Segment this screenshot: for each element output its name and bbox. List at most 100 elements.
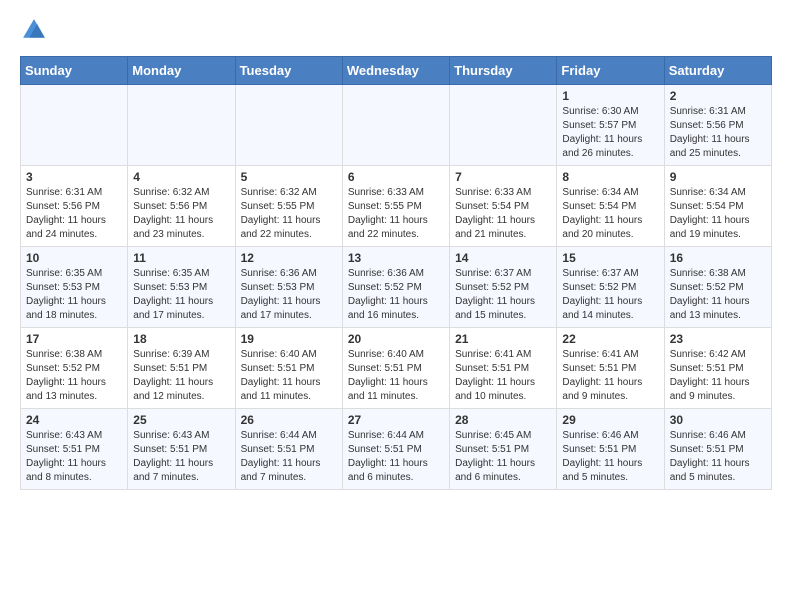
day-number: 26 bbox=[241, 413, 337, 427]
day-cell: 14 Sunrise: 6:37 AM Sunset: 5:52 PM Dayli… bbox=[450, 247, 557, 328]
day-number: 30 bbox=[670, 413, 766, 427]
day-info: Sunrise: 6:32 AM Sunset: 5:56 PM Dayligh… bbox=[133, 186, 229, 242]
day-cell: 30Sunrise: 6:46 AM Sunset: 5:51 PM Dayli… bbox=[664, 409, 771, 490]
day-cell: 20 Sunrise: 6:40 AM Sunset: 5:51 PM Dayli… bbox=[342, 328, 449, 409]
day-number: 20 bbox=[348, 332, 444, 346]
week-row-2: 3 Sunrise: 6:31 AM Sunset: 5:56 PM Daylig… bbox=[21, 166, 772, 247]
day-info: Sunrise: 6:33 AM Sunset: 5:54 PM Dayligh… bbox=[455, 186, 551, 242]
day-number: 16 bbox=[670, 251, 766, 265]
col-header-monday: Monday bbox=[128, 57, 235, 85]
day-cell bbox=[21, 85, 128, 166]
day-cell: 11 Sunrise: 6:35 AM Sunset: 5:53 PM Dayli… bbox=[128, 247, 235, 328]
day-info: Sunrise: 6:37 AM Sunset: 5:52 PM Dayligh… bbox=[455, 267, 551, 323]
week-row-1: 1 Sunrise: 6:30 AM Sunset: 5:57 PM Daylig… bbox=[21, 85, 772, 166]
week-row-4: 17 Sunrise: 6:38 AM Sunset: 5:52 PM Dayli… bbox=[21, 328, 772, 409]
day-info: Sunrise: 6:41 AM Sunset: 5:51 PM Dayligh… bbox=[562, 348, 658, 404]
day-cell: 9 Sunrise: 6:34 AM Sunset: 5:54 PM Daylig… bbox=[664, 166, 771, 247]
page: SundayMondayTuesdayWednesdayThursdayFrid… bbox=[0, 0, 792, 506]
day-info: Sunrise: 6:38 AM Sunset: 5:52 PM Dayligh… bbox=[670, 267, 766, 323]
day-info: Sunrise: 6:36 AM Sunset: 5:53 PM Dayligh… bbox=[241, 267, 337, 323]
day-cell: 3 Sunrise: 6:31 AM Sunset: 5:56 PM Daylig… bbox=[21, 166, 128, 247]
day-cell: 18Sunrise: 6:39 AM Sunset: 5:51 PM Dayli… bbox=[128, 328, 235, 409]
day-info: Sunrise: 6:33 AM Sunset: 5:55 PM Dayligh… bbox=[348, 186, 444, 242]
day-number: 18 bbox=[133, 332, 229, 346]
day-number: 11 bbox=[133, 251, 229, 265]
day-info: Sunrise: 6:35 AM Sunset: 5:53 PM Dayligh… bbox=[133, 267, 229, 323]
day-cell: 23 Sunrise: 6:42 AM Sunset: 5:51 PM Dayli… bbox=[664, 328, 771, 409]
day-number: 7 bbox=[455, 170, 551, 184]
day-info: Sunrise: 6:31 AM Sunset: 5:56 PM Dayligh… bbox=[26, 186, 122, 242]
day-info: Sunrise: 6:34 AM Sunset: 5:54 PM Dayligh… bbox=[670, 186, 766, 242]
day-cell: 1 Sunrise: 6:30 AM Sunset: 5:57 PM Daylig… bbox=[557, 85, 664, 166]
day-number: 14 bbox=[455, 251, 551, 265]
day-cell bbox=[450, 85, 557, 166]
day-cell bbox=[235, 85, 342, 166]
day-info: Sunrise: 6:37 AM Sunset: 5:52 PM Dayligh… bbox=[562, 267, 658, 323]
day-info: Sunrise: 6:42 AM Sunset: 5:51 PM Dayligh… bbox=[670, 348, 766, 404]
day-number: 25 bbox=[133, 413, 229, 427]
day-number: 9 bbox=[670, 170, 766, 184]
day-number: 1 bbox=[562, 89, 658, 103]
day-info: Sunrise: 6:30 AM Sunset: 5:57 PM Dayligh… bbox=[562, 105, 658, 161]
day-info: Sunrise: 6:44 AM Sunset: 5:51 PM Dayligh… bbox=[241, 429, 337, 485]
day-cell: 4 Sunrise: 6:32 AM Sunset: 5:56 PM Daylig… bbox=[128, 166, 235, 247]
day-number: 22 bbox=[562, 332, 658, 346]
day-cell: 24 Sunrise: 6:43 AM Sunset: 5:51 PM Dayli… bbox=[21, 409, 128, 490]
logo bbox=[20, 16, 52, 44]
day-cell: 25 Sunrise: 6:43 AM Sunset: 5:51 PM Dayli… bbox=[128, 409, 235, 490]
col-header-thursday: Thursday bbox=[450, 57, 557, 85]
day-number: 4 bbox=[133, 170, 229, 184]
day-cell: 21Sunrise: 6:41 AM Sunset: 5:51 PM Dayli… bbox=[450, 328, 557, 409]
col-header-saturday: Saturday bbox=[664, 57, 771, 85]
logo-icon bbox=[20, 16, 48, 44]
day-info: Sunrise: 6:34 AM Sunset: 5:54 PM Dayligh… bbox=[562, 186, 658, 242]
day-info: Sunrise: 6:43 AM Sunset: 5:51 PM Dayligh… bbox=[26, 429, 122, 485]
day-info: Sunrise: 6:38 AM Sunset: 5:52 PM Dayligh… bbox=[26, 348, 122, 404]
day-cell: 10Sunrise: 6:35 AM Sunset: 5:53 PM Dayli… bbox=[21, 247, 128, 328]
day-number: 3 bbox=[26, 170, 122, 184]
day-info: Sunrise: 6:40 AM Sunset: 5:51 PM Dayligh… bbox=[348, 348, 444, 404]
day-info: Sunrise: 6:45 AM Sunset: 5:51 PM Dayligh… bbox=[455, 429, 551, 485]
day-cell: 28 Sunrise: 6:45 AM Sunset: 5:51 PM Dayli… bbox=[450, 409, 557, 490]
header-row: SundayMondayTuesdayWednesdayThursdayFrid… bbox=[21, 57, 772, 85]
day-cell: 7 Sunrise: 6:33 AM Sunset: 5:54 PM Daylig… bbox=[450, 166, 557, 247]
day-info: Sunrise: 6:35 AM Sunset: 5:53 PM Dayligh… bbox=[26, 267, 122, 323]
day-number: 2 bbox=[670, 89, 766, 103]
day-number: 15 bbox=[562, 251, 658, 265]
day-cell bbox=[342, 85, 449, 166]
day-info: Sunrise: 6:46 AM Sunset: 5:51 PM Dayligh… bbox=[562, 429, 658, 485]
day-info: Sunrise: 6:44 AM Sunset: 5:51 PM Dayligh… bbox=[348, 429, 444, 485]
day-number: 6 bbox=[348, 170, 444, 184]
day-cell bbox=[128, 85, 235, 166]
day-info: Sunrise: 6:36 AM Sunset: 5:52 PM Dayligh… bbox=[348, 267, 444, 323]
day-number: 17 bbox=[26, 332, 122, 346]
day-cell: 8 Sunrise: 6:34 AM Sunset: 5:54 PM Daylig… bbox=[557, 166, 664, 247]
day-number: 8 bbox=[562, 170, 658, 184]
col-header-sunday: Sunday bbox=[21, 57, 128, 85]
day-number: 29 bbox=[562, 413, 658, 427]
week-row-3: 10Sunrise: 6:35 AM Sunset: 5:53 PM Dayli… bbox=[21, 247, 772, 328]
day-number: 28 bbox=[455, 413, 551, 427]
day-cell: 17 Sunrise: 6:38 AM Sunset: 5:52 PM Dayli… bbox=[21, 328, 128, 409]
day-number: 5 bbox=[241, 170, 337, 184]
day-info: Sunrise: 6:40 AM Sunset: 5:51 PM Dayligh… bbox=[241, 348, 337, 404]
day-number: 27 bbox=[348, 413, 444, 427]
day-info: Sunrise: 6:43 AM Sunset: 5:51 PM Dayligh… bbox=[133, 429, 229, 485]
day-cell: 26 Sunrise: 6:44 AM Sunset: 5:51 PM Dayli… bbox=[235, 409, 342, 490]
day-info: Sunrise: 6:41 AM Sunset: 5:51 PM Dayligh… bbox=[455, 348, 551, 404]
day-number: 13 bbox=[348, 251, 444, 265]
col-header-friday: Friday bbox=[557, 57, 664, 85]
day-cell: 13 Sunrise: 6:36 AM Sunset: 5:52 PM Dayli… bbox=[342, 247, 449, 328]
day-cell: 12 Sunrise: 6:36 AM Sunset: 5:53 PM Dayli… bbox=[235, 247, 342, 328]
day-cell: 16 Sunrise: 6:38 AM Sunset: 5:52 PM Dayli… bbox=[664, 247, 771, 328]
day-number: 23 bbox=[670, 332, 766, 346]
day-number: 12 bbox=[241, 251, 337, 265]
day-info: Sunrise: 6:31 AM Sunset: 5:56 PM Dayligh… bbox=[670, 105, 766, 161]
day-cell: 27 Sunrise: 6:44 AM Sunset: 5:51 PM Dayli… bbox=[342, 409, 449, 490]
header bbox=[20, 16, 772, 44]
day-number: 24 bbox=[26, 413, 122, 427]
day-cell: 22 Sunrise: 6:41 AM Sunset: 5:51 PM Dayli… bbox=[557, 328, 664, 409]
calendar-table: SundayMondayTuesdayWednesdayThursdayFrid… bbox=[20, 56, 772, 490]
day-number: 19 bbox=[241, 332, 337, 346]
week-row-5: 24 Sunrise: 6:43 AM Sunset: 5:51 PM Dayli… bbox=[21, 409, 772, 490]
